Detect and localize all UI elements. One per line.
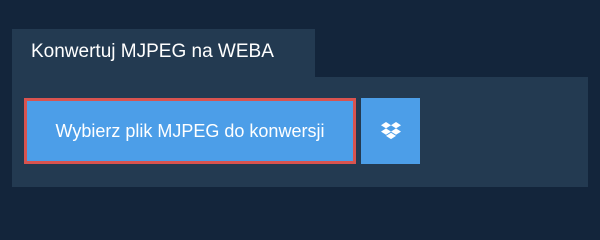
dropbox-button[interactable] xyxy=(361,98,420,164)
choose-file-button[interactable]: Wybierz plik MJPEG do konwersji xyxy=(24,98,356,164)
tab-title: Konwertuj MJPEG na WEBA xyxy=(31,41,274,62)
upload-panel: Wybierz plik MJPEG do konwersji xyxy=(12,77,588,187)
dropbox-icon xyxy=(380,122,401,140)
choose-file-label: Wybierz plik MJPEG do konwersji xyxy=(55,121,325,141)
converter-tab: Konwertuj MJPEG na WEBA xyxy=(12,29,315,77)
